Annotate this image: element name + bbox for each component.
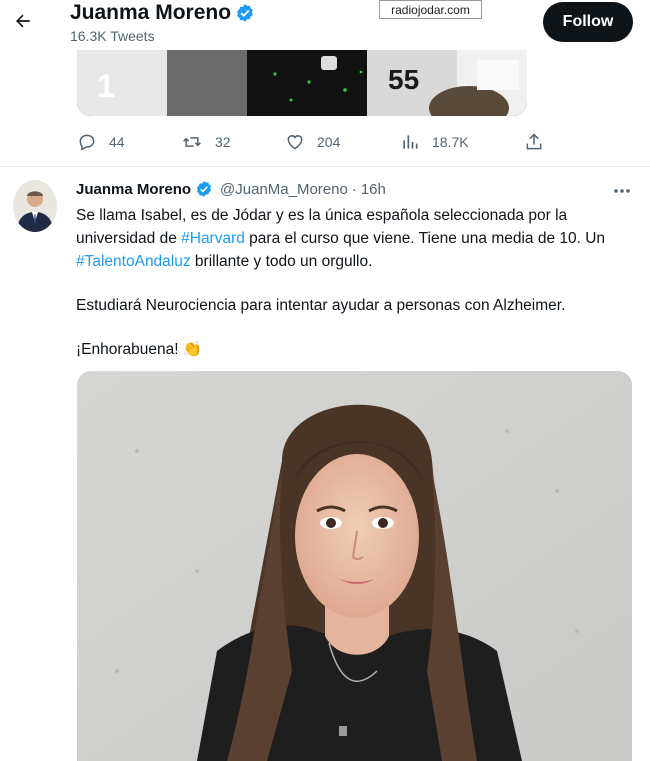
follow-button[interactable]: Follow [543, 2, 633, 42]
share-icon [526, 133, 542, 150]
views-button[interactable]: 18.7K [400, 128, 469, 156]
tweet-count: 16.3K Tweets [70, 28, 155, 44]
views-chart-icon [403, 135, 418, 149]
profile-name[interactable]: Juanma Moreno [70, 1, 255, 25]
more-options-button[interactable] [612, 184, 632, 198]
back-button[interactable] [8, 6, 38, 36]
retweet-icon [183, 137, 201, 147]
profile-name-text: Juanma Moreno [70, 1, 232, 24]
avatar[interactable] [13, 180, 57, 232]
reply-count: 44 [109, 134, 125, 150]
tweet-paragraph-3: ¡Enhorabuena! 👏 [76, 341, 203, 358]
tweet-text: Se llama Isabel, es de Jódar y es la úni… [76, 204, 636, 361]
portrait-image [77, 371, 632, 761]
more-dots-icon [614, 189, 630, 193]
author-handle[interactable]: @JuanMa_Moreno [220, 181, 348, 198]
hashtag-talento-andaluz[interactable]: #TalentoAndaluz [76, 253, 191, 270]
tweet-action-bar: 44 32 204 18.7K [77, 128, 547, 156]
retweet-count: 32 [215, 134, 231, 150]
team-photo-image [77, 50, 527, 116]
verified-badge-icon [237, 4, 253, 22]
header-separator: · [351, 180, 357, 198]
source-watermark: radiojodar.com [379, 0, 482, 19]
avatar-image [13, 180, 57, 232]
jersey-number-left: 1 [97, 68, 115, 104]
arrow-left-icon [16, 14, 30, 28]
previous-tweet-media[interactable]: 1 55 [77, 50, 527, 116]
views-count: 18.7K [432, 134, 469, 150]
author-name[interactable]: Juanma Moreno [76, 181, 191, 198]
tweet-header: Juanma Moreno @JuanMa_Moreno · 16h [76, 180, 386, 198]
jersey-number-right: 55 [388, 64, 420, 95]
tweet-paragraph-2: Estudiará Neurociencia para intentar ayu… [76, 297, 566, 314]
reply-icon [79, 134, 95, 151]
tweet-divider [0, 166, 650, 167]
reply-button[interactable]: 44 [77, 128, 125, 156]
tweet-time[interactable]: 16h [361, 181, 386, 198]
share-button[interactable] [524, 128, 544, 156]
tweet-paragraph-1: Se llama Isabel, es de Jódar y es la úni… [76, 207, 606, 270]
profile-header: Juanma Moreno 16.3K Tweets Follow [0, 0, 650, 50]
tweet-photo[interactable] [77, 371, 632, 761]
verified-badge-icon [196, 181, 212, 197]
retweet-button[interactable]: 32 [181, 128, 231, 156]
like-button[interactable]: 204 [285, 128, 340, 156]
like-count: 204 [317, 134, 341, 150]
hashtag-harvard[interactable]: #Harvard [181, 230, 245, 247]
heart-icon [287, 135, 303, 150]
